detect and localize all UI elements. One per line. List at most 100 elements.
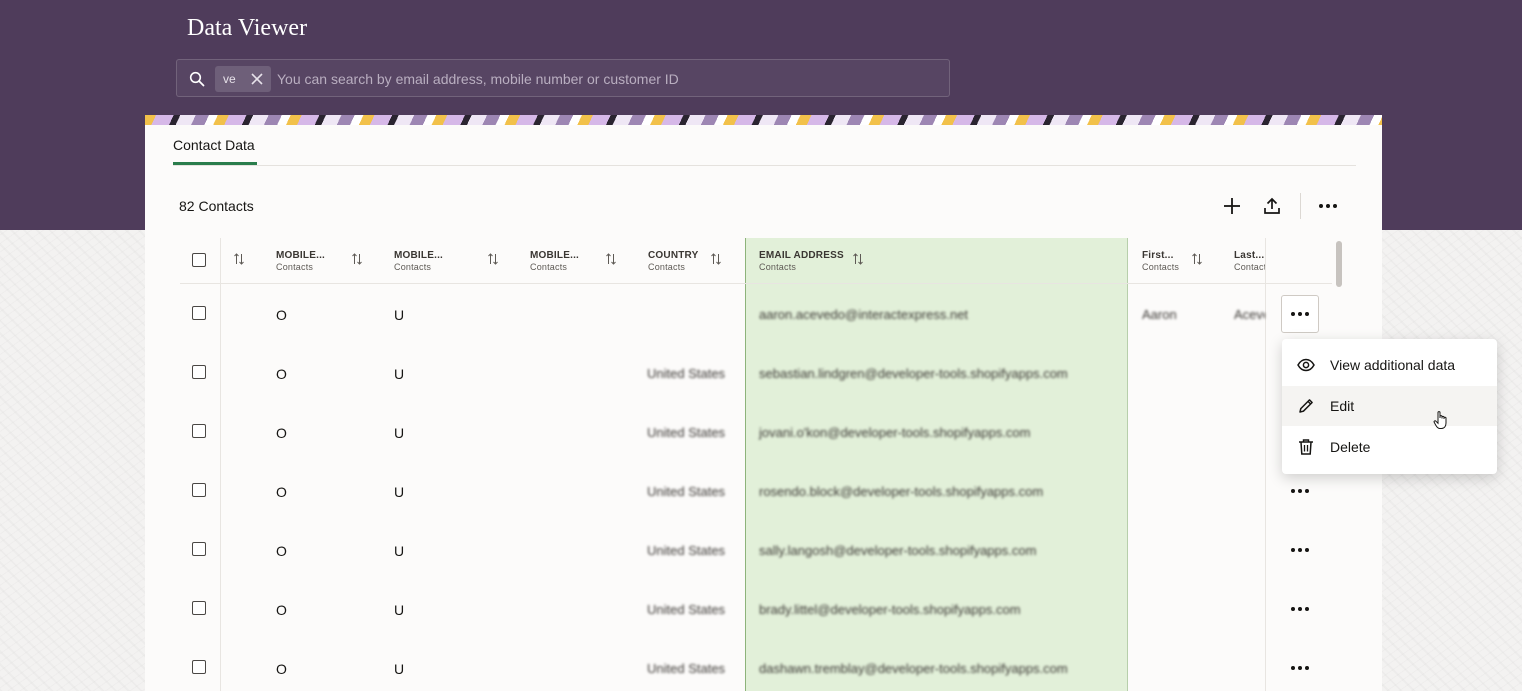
table-cell: U	[394, 543, 405, 559]
search-input[interactable]: You can search by email address, mobile …	[277, 71, 679, 87]
email-column-highlight	[745, 238, 1128, 691]
column-header-country[interactable]: COUNTRY Contacts	[648, 250, 698, 272]
toolbar-separator	[1300, 193, 1301, 219]
table-cell: sally.langosh@developer-tools.shopifyapp…	[759, 543, 1037, 558]
row-checkbox[interactable]	[192, 542, 206, 556]
row-checkbox[interactable]	[192, 483, 206, 497]
table-cell: U	[394, 425, 405, 441]
page-title: Data Viewer	[187, 15, 308, 41]
menu-item-view-additional-data[interactable]: View additional data	[1282, 345, 1497, 385]
add-button[interactable]	[1219, 193, 1245, 219]
table-cell: O	[276, 602, 287, 618]
sort-icon[interactable]	[351, 253, 363, 265]
export-button[interactable]	[1259, 193, 1285, 219]
column-header-sub: Contacts	[1142, 262, 1180, 272]
row-actions-button[interactable]	[1281, 295, 1319, 333]
close-icon[interactable]	[250, 72, 264, 86]
column-header-label: MOBILE...	[530, 250, 580, 261]
table-cell: sebastian.lindgren@developer-tools.shopi…	[759, 366, 1068, 381]
column-header-label: Last...	[1234, 250, 1265, 261]
column-header-sub: Contacts	[759, 262, 797, 272]
sort-icon[interactable]	[605, 253, 617, 265]
menu-item-delete[interactable]: Delete	[1282, 427, 1497, 467]
plus-icon	[1224, 198, 1240, 214]
sort-icon[interactable]	[487, 253, 499, 265]
table-cell: United States	[647, 366, 726, 381]
actions-column-divider	[1265, 238, 1266, 691]
search-chip-label: ve	[223, 72, 236, 86]
row-actions-button[interactable]	[1287, 598, 1313, 620]
row-actions-button[interactable]	[1287, 657, 1313, 679]
hand-cursor-icon	[1433, 411, 1447, 429]
sort-icon[interactable]	[710, 253, 722, 265]
column-header-sub: Contacts	[1234, 262, 1265, 272]
row-actions-button[interactable]	[1287, 480, 1313, 502]
table-cell: O	[276, 425, 287, 441]
table-cell: jovani.o'kon@developer-tools.shopifyapps…	[759, 425, 1031, 440]
row-actions-menu: View additional data Edit Delete	[1282, 339, 1497, 474]
table-cell: rosendo.block@developer-tools.shopifyapp…	[759, 484, 1044, 499]
menu-item-label: Delete	[1330, 439, 1371, 455]
sort-icon[interactable]	[1191, 253, 1203, 265]
column-header-mobile-1[interactable]: MOBILE... Contacts	[276, 250, 325, 272]
row-checkbox[interactable]	[192, 601, 206, 615]
menu-item-label: Edit	[1330, 398, 1355, 414]
decorative-pattern-strip	[145, 115, 1382, 125]
table-cell: United States	[647, 484, 726, 499]
select-all-checkbox[interactable]	[192, 253, 206, 267]
table-cell: Aceve	[1234, 307, 1265, 322]
column-header-sub: Contacts	[394, 262, 432, 272]
column-header-sub: Contacts	[530, 262, 568, 272]
table-scrollbar[interactable]	[1336, 241, 1342, 287]
table-cell: dashawn.tremblay@developer-tools.shopify…	[759, 661, 1068, 676]
column-header-label: MOBILE...	[394, 250, 444, 261]
sort-icon[interactable]	[852, 253, 864, 265]
column-header-last-name[interactable]: Last...Contacts	[1234, 250, 1265, 272]
menu-item-label: View additional data	[1330, 357, 1456, 373]
row-actions-button[interactable]	[1287, 539, 1313, 561]
column-header-label: EMAIL ADDRESS	[759, 250, 844, 261]
upload-icon	[1264, 197, 1280, 214]
search-icon[interactable]	[189, 71, 205, 87]
sort-icon[interactable]	[233, 253, 245, 265]
menu-item-edit[interactable]: Edit	[1282, 386, 1497, 426]
table-cell: O	[276, 366, 287, 382]
trash-icon	[1299, 439, 1313, 455]
table-cell: United States	[647, 661, 726, 676]
table-cell: U	[394, 661, 405, 677]
table-cell: aaron.acevedo@interactexpress.net	[759, 307, 969, 322]
tab-contact-data[interactable]: Contact Data	[173, 137, 255, 153]
column-header-label: COUNTRY	[648, 250, 699, 261]
column-header-label: First...	[1142, 250, 1174, 261]
table-cell: O	[276, 661, 287, 677]
table-cell: O	[276, 543, 287, 559]
column-header-label: MOBILE...	[276, 250, 326, 261]
pencil-icon	[1299, 399, 1313, 413]
more-horizontal-icon	[1291, 312, 1309, 316]
row-checkbox[interactable]	[192, 365, 206, 379]
table-cell: U	[394, 307, 405, 323]
search-bar[interactable]: ve You can search by email address, mobi…	[176, 59, 950, 97]
more-horizontal-icon	[1291, 607, 1309, 611]
column-header-mobile-3[interactable]: MOBILE... Contacts	[530, 250, 579, 272]
tab-divider	[173, 165, 1356, 166]
table-cell: U	[394, 484, 405, 500]
search-filter-chip[interactable]: ve	[215, 66, 271, 92]
column-header-mobile-2[interactable]: MOBILE... Contacts	[394, 250, 443, 272]
table-cell: United States	[647, 543, 726, 558]
column-header-first-name[interactable]: First... Contacts	[1142, 250, 1179, 272]
row-checkbox[interactable]	[192, 424, 206, 438]
eye-icon	[1297, 358, 1315, 372]
column-header-sub: Contacts	[276, 262, 314, 272]
table-cell: United States	[647, 602, 726, 617]
row-checkbox[interactable]	[192, 660, 206, 674]
column-header-email[interactable]: EMAIL ADDRESS Contacts	[759, 250, 844, 272]
more-horizontal-icon	[1291, 666, 1309, 670]
more-horizontal-icon	[1291, 489, 1309, 493]
checkbox-column-divider	[220, 238, 221, 691]
row-checkbox[interactable]	[192, 306, 206, 320]
more-horizontal-icon	[1291, 548, 1309, 552]
table-cell: brady.littel@developer-tools.shopifyapps…	[759, 602, 1021, 617]
column-header-sub: Contacts	[648, 262, 686, 272]
more-actions-button[interactable]	[1315, 193, 1341, 219]
